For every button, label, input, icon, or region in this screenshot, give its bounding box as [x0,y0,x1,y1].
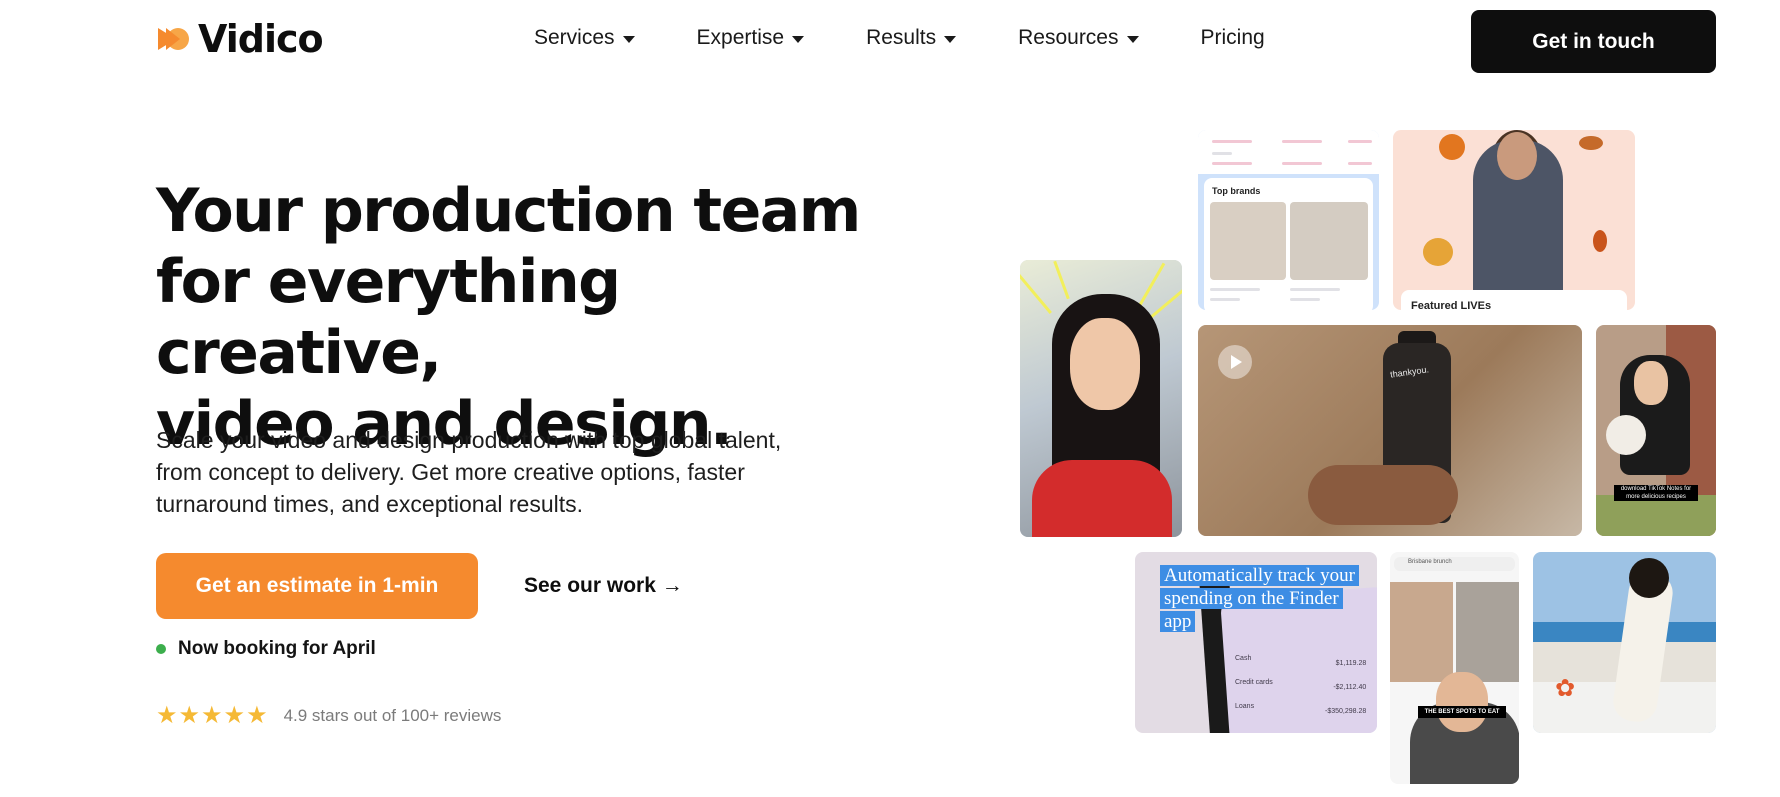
get-estimate-button[interactable]: Get an estimate in 1-min [156,553,478,619]
top-brands-label: Top brands [1212,186,1261,196]
brand-name: Vidico [198,17,324,61]
creator-shirt [1032,460,1172,537]
star-icon: ★ [223,702,246,729]
nav-pricing[interactable]: Pricing [1201,26,1265,50]
nav-expertise-label: Expertise [696,26,785,49]
scarf-icon [1579,136,1603,150]
top-nav: Vidico Services Expertise Results Resour… [0,0,1780,84]
get-in-touch-button[interactable]: Get in touch [1471,10,1716,73]
nav-services-label: Services [534,26,615,49]
top-brands-tile: Top brands [1198,130,1379,310]
hero-subtitle-line: from concept to delivery. Get more creat… [156,459,745,485]
featured-lives-tile: Featured LIVEs [1393,130,1635,310]
product-video-tile[interactable]: thankyou. [1198,325,1582,536]
nav-results-label: Results [866,26,937,49]
tiktok-caption: download TikTok Notes for more delicious… [1614,485,1698,501]
star-rating: ★ ★ ★ ★ ★ [156,704,268,728]
rating-text: 4.9 stars out of 100+ reviews [283,706,502,725]
featured-lives-label: Featured LIVEs [1411,300,1492,310]
play-icon[interactable] [1218,345,1252,379]
star-icon: ★ [246,702,268,729]
vidico-logo[interactable]: Vidico [156,17,324,61]
creator-video-tile[interactable] [1020,260,1182,537]
hero-subtitle-line: Scale your video and design production w… [156,427,782,453]
nav-services[interactable]: Services [534,26,635,50]
main-menu: Services Expertise Results Resources Pri… [534,26,1265,50]
pumpkin-icon [1439,134,1465,160]
product-thumbnail [1290,202,1368,280]
star-icon: ★ [156,702,178,729]
product-thumbnail [1210,202,1286,280]
creator-face [1070,318,1140,410]
hero-subtitle: Scale your video and design production w… [156,424,856,520]
hero-subtitle-line: turnaround times, and exceptional result… [156,491,584,517]
hero-title-line: for everything creative, [156,247,621,388]
see-our-work-link[interactable]: See our work → [524,574,683,598]
food-spots-tile[interactable]: Brisbane brunch THE BEST SPOTS TO EAT [1390,552,1519,784]
nav-expertise[interactable]: Expertise [697,26,805,50]
booking-status: Now booking for April [156,638,376,660]
caret-down-icon [1126,35,1139,43]
hero-title-line: Your production team [156,176,861,246]
food-tag: THE BEST SPOTS TO EAT [1418,706,1506,718]
caret-down-icon [622,35,635,43]
beach-lifestyle-tile[interactable]: ✿ [1533,552,1716,733]
model-face [1497,132,1537,180]
dog [1606,415,1646,455]
nav-pricing-label: Pricing [1200,26,1265,49]
beanie-icon [1423,238,1453,266]
caret-down-icon [944,35,957,43]
finder-values: $1,119.28 -$2,112.40 -$350,298.28 [1325,660,1367,715]
finder-rows: Cash Credit cards Loans [1235,655,1273,710]
status-dot-icon [156,644,166,654]
finder-app-tile[interactable]: Cash Credit cards Loans $1,119.28 -$2,11… [1135,552,1377,733]
nav-resources-label: Resources [1018,26,1119,49]
nav-results[interactable]: Results [866,26,957,50]
tile-header-lines [1198,130,1379,174]
leaf-icon [1593,230,1607,252]
finder-caption: Automatically track your spending on the… [1160,564,1360,633]
hero-title: Your production team for everything crea… [156,176,876,460]
vidico-logo-icon [156,25,192,53]
star-icon: ★ [178,702,201,729]
caret-down-icon [792,35,805,43]
food-search-text: Brisbane brunch [1408,559,1452,565]
booking-status-text: Now booking for April [178,638,376,659]
flower-icon: ✿ [1555,675,1576,702]
nav-resources[interactable]: Resources [1018,26,1139,50]
tiktok-recipe-tile[interactable]: download TikTok Notes for more delicious… [1596,325,1716,536]
star-icon: ★ [201,702,223,729]
rating-summary: ★ ★ ★ ★ ★ 4.9 stars out of 100+ reviews [156,704,501,728]
hand [1308,465,1458,525]
